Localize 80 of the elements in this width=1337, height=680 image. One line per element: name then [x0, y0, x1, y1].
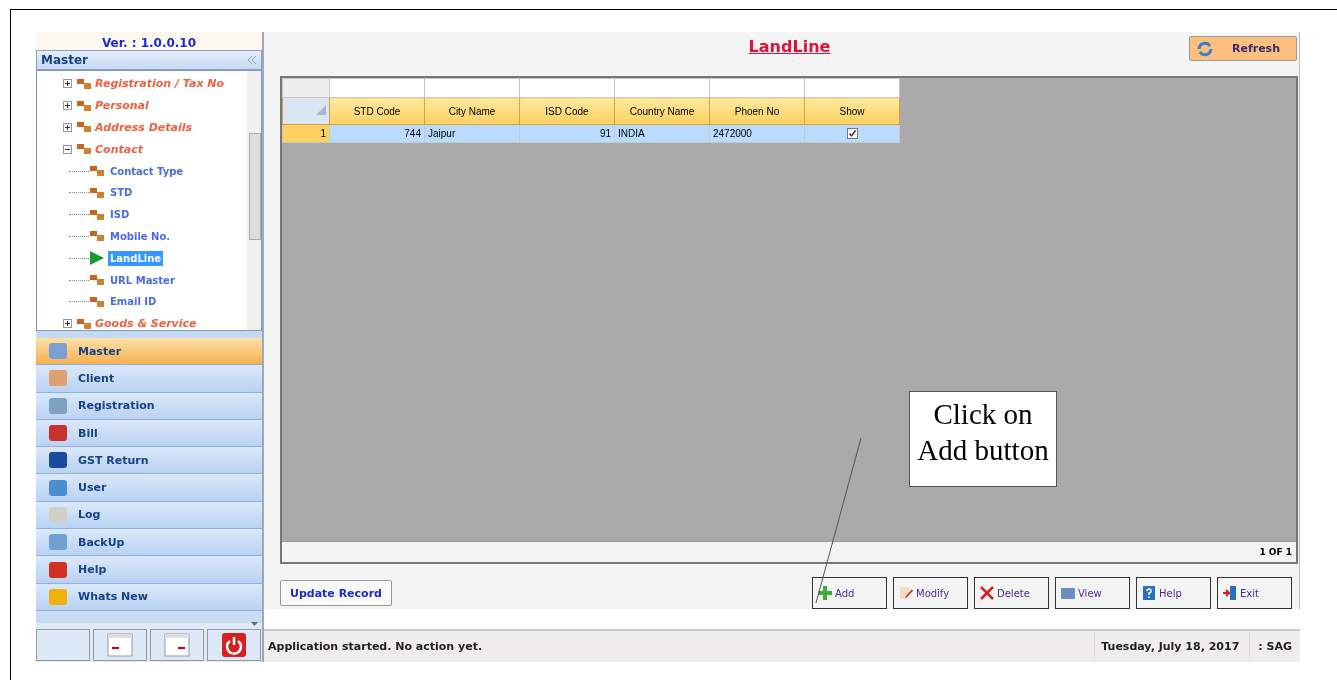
filter-field[interactable]: [424, 78, 520, 98]
window-left-button[interactable]: [93, 628, 147, 661]
show-checkbox[interactable]: [846, 128, 858, 140]
column-header[interactable]: Phoen No: [709, 97, 805, 125]
exit-icon: [1222, 585, 1238, 601]
page-title: LandLine: [748, 37, 831, 56]
plus-box-icon[interactable]: [63, 101, 72, 111]
folder-tree-icon: [89, 273, 105, 288]
nav-item[interactable]: Master: [36, 338, 262, 366]
column-header[interactable]: Show: [804, 97, 900, 125]
version-label: Ver. : 1.0.0.10: [36, 32, 262, 50]
status-message: Application started. No action yet.: [267, 640, 484, 653]
scroll-down-icon[interactable]: [251, 621, 258, 626]
plus-box-icon[interactable]: [63, 79, 72, 89]
action-button[interactable]: Help: [1136, 577, 1211, 609]
tree-item[interactable]: STD: [108, 185, 135, 201]
filter-field[interactable]: [709, 78, 805, 98]
folder-tree-icon: [76, 76, 92, 91]
nav-item[interactable]: User: [36, 474, 262, 502]
help-icon: [1141, 585, 1157, 601]
folder-tree-icon: [89, 185, 105, 200]
filter-field[interactable]: [519, 78, 615, 98]
status-user: : SAG: [1249, 631, 1300, 662]
nav-item[interactable]: Client: [36, 365, 262, 393]
tree-item[interactable]: ISD: [108, 207, 132, 223]
folder-tree-icon: [76, 316, 92, 331]
column-header[interactable]: City Name: [424, 97, 520, 125]
action-button[interactable]: Add: [812, 577, 887, 609]
plus-box-icon[interactable]: [63, 123, 72, 132]
plus-icon: [817, 585, 833, 601]
nav-item[interactable]: BackUp: [36, 529, 262, 557]
filter-field[interactable]: [329, 78, 425, 98]
page-indicator: 1 OF 1: [1259, 547, 1292, 557]
collapse-icon[interactable]: [247, 56, 257, 64]
tree-item[interactable]: Email ID: [108, 294, 159, 310]
update-record-button[interactable]: Update Record: [280, 580, 392, 606]
refresh-button[interactable]: Refresh: [1189, 36, 1297, 61]
status-date: Tuesday, July 18, 2017: [1094, 631, 1250, 662]
folder-tree-icon: [76, 98, 92, 113]
nav-item[interactable]: Help: [36, 556, 262, 584]
nav-item[interactable]: Log: [36, 501, 262, 530]
folder-tree-icon: [76, 142, 92, 157]
power-button[interactable]: [207, 628, 261, 661]
action-button[interactable]: Exit: [1217, 577, 1292, 609]
corner-icon: [316, 105, 326, 115]
action-button[interactable]: View: [1055, 577, 1130, 609]
refresh-icon: [1196, 40, 1214, 57]
play-arrow-icon: [89, 251, 105, 266]
filter-field[interactable]: [804, 78, 900, 98]
nav-item[interactable]: Whats New: [36, 583, 262, 611]
action-button[interactable]: Delete: [974, 577, 1049, 609]
power-icon: [221, 632, 247, 657]
filter-field[interactable]: [614, 78, 710, 98]
plus-box-icon[interactable]: [63, 319, 72, 329]
tree-item[interactable]: URL Master: [108, 272, 177, 288]
column-header[interactable]: ISD Code: [519, 97, 615, 125]
nav-item[interactable]: Registration: [36, 392, 262, 420]
panel-title: Master: [41, 53, 88, 67]
cross-icon: [979, 585, 995, 601]
action-button[interactable]: Modify: [893, 577, 968, 609]
window-right-button[interactable]: [150, 628, 204, 661]
blank-button[interactable]: [36, 628, 90, 661]
folder-tree-icon: [89, 229, 105, 244]
pencil-icon: [898, 585, 914, 601]
folder-tree-icon: [89, 294, 105, 309]
splitter-handle[interactable]: [36, 331, 262, 338]
folder-tree-icon: [76, 120, 92, 135]
scrollbar[interactable]: [247, 71, 261, 330]
window-icon: [107, 632, 133, 657]
nav-item[interactable]: Bill: [36, 419, 262, 448]
column-header[interactable]: Country Name: [614, 97, 710, 125]
folder-tree-icon: [89, 164, 105, 179]
window-icon: [164, 632, 190, 657]
column-header[interactable]: STD Code: [329, 97, 425, 125]
callout-note: Click on Add button: [909, 391, 1057, 487]
tree-item[interactable]: Contact Type: [108, 163, 186, 179]
minus-box-icon[interactable]: [63, 144, 72, 154]
nav-item[interactable]: GST Return: [36, 447, 262, 475]
folder-tree-icon: [89, 207, 105, 222]
tree-item[interactable]: Mobile No.: [108, 228, 173, 244]
